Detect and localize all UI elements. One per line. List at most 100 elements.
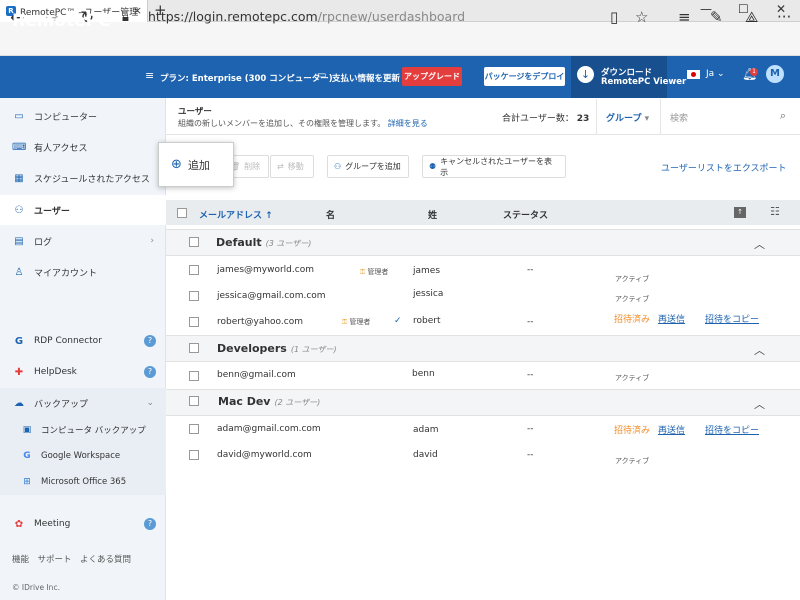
group-name-text: Default [216, 236, 262, 249]
reading-view-icon[interactable]: ▯ [610, 8, 618, 26]
user-email[interactable]: jessica@gmail.com.com [217, 291, 326, 301]
sidebar-item-users[interactable]: ⚇ ユーザー [0, 195, 166, 225]
group-name-text: Developers [217, 342, 287, 355]
help-icon[interactable]: ? [144, 518, 156, 530]
add-group-button[interactable]: ⚇ グループを追加 [327, 155, 409, 178]
select-all-checkbox[interactable] [177, 208, 187, 218]
sidebar-item-computers[interactable]: ▭ コンピューター [0, 101, 166, 131]
sidebar-subitem-computer-backup[interactable]: ▣ コンピュータ バックアップ [0, 417, 166, 443]
deploy-package-button[interactable]: パッケージをデプロイ [484, 67, 565, 86]
help-icon[interactable]: ? [144, 366, 156, 378]
chevron-down-icon: ⌄ [146, 398, 154, 408]
language-selector[interactable]: Ja ⌄ [706, 69, 725, 79]
remotepc-logo[interactable]: RemotePC [12, 11, 111, 31]
avatar[interactable]: M [766, 65, 784, 83]
row-checkbox[interactable] [189, 317, 199, 327]
column-last-name[interactable]: 姓 [428, 208, 437, 221]
url-field[interactable]: https://login.remotepc.com/rpcnew/userda… [148, 9, 465, 24]
search-input[interactable]: 検索 ⌕ [660, 99, 800, 134]
move-button[interactable]: ⇄ 移動 [270, 155, 314, 178]
notes-icon[interactable]: ✎ [710, 8, 723, 26]
add-user-button[interactable]: ⊕ 追加 [158, 142, 234, 187]
copy-invite-link[interactable]: 招待をコピー [705, 312, 759, 325]
page-subtitle-text: 組織の新しいメンバーを追加し、その権限を管理します。 [178, 119, 386, 128]
sidebar-item-helpdesk[interactable]: ✚ HelpDesk? [0, 357, 166, 387]
sidebar-subitem-google-workspace[interactable]: G Google Workspace [0, 443, 166, 469]
show-cancelled-users-button[interactable]: ⚉ キャンセルされたユーザーを表示 [422, 155, 566, 178]
group-select-label: グループ [606, 114, 642, 124]
group-checkbox[interactable] [189, 237, 199, 247]
row-checkbox[interactable] [189, 424, 199, 434]
status-dash: -- [527, 317, 534, 327]
sidebar-subitem-office365[interactable]: ⊞ Microsoft Office 365 [0, 469, 166, 495]
user-email[interactable]: david@myworld.com [217, 450, 312, 460]
user-last-name: adam [413, 425, 439, 435]
copy-invite-link[interactable]: 招待をコピー [705, 423, 759, 436]
calendar-icon: ▦ [14, 172, 24, 184]
status-dash: -- [527, 450, 534, 460]
admin-role-badge: ⚿ 管理者 [342, 317, 370, 327]
update-payment-link[interactable]: 支払い情報を更新 [332, 72, 400, 84]
user-email[interactable]: james@myworld.com [217, 265, 314, 275]
more-icon[interactable]: ··· [777, 8, 791, 26]
sidebar-item-label: コンピューター [34, 112, 98, 123]
meeting-icon: ✿ [14, 518, 24, 530]
collapse-chevron-icon[interactable]: ︿ [754, 342, 765, 358]
group-name-text: Mac Dev [218, 395, 271, 408]
sidebar-item-rdp-connector[interactable]: G RDP Connector? [0, 326, 166, 356]
column-email[interactable]: メールアドレス ↑ [199, 208, 273, 221]
row-checkbox[interactable] [189, 291, 199, 301]
hub-icon[interactable]: ≡ [678, 8, 691, 26]
move-label: 移動 [287, 162, 304, 171]
role-label: 管理者 [349, 318, 371, 326]
language-label: Ja [706, 69, 715, 79]
user-email[interactable]: adam@gmail.com.com [217, 424, 321, 434]
users-icon: ⚇ [14, 204, 24, 216]
favorite-star-icon[interactable]: ☆ [635, 8, 648, 26]
column-first-name[interactable]: 名 [326, 208, 335, 221]
help-icon[interactable]: ? [144, 335, 156, 347]
column-settings-icon[interactable]: ☷ [770, 205, 780, 218]
copyright: © IDrive Inc. [12, 583, 60, 592]
upgrade-button[interactable]: アップグレード [402, 67, 462, 86]
row-checkbox[interactable] [189, 450, 199, 460]
sidebar-item-label: スケジュールされたアクセス [34, 174, 150, 185]
notification-badge: 1 [750, 68, 758, 76]
sidebar-footer-links[interactable]: 機能 サポート よくある質問 [12, 553, 131, 565]
sidebar-item-attended-access[interactable]: ⌨ 有人アクセス [0, 132, 166, 162]
row-checkbox[interactable] [189, 265, 199, 275]
user-email[interactable]: benn@gmail.com [217, 370, 296, 380]
sidebar-item-label: RDP Connector [34, 336, 102, 346]
row-checkbox[interactable] [189, 371, 199, 381]
japan-flag-icon [687, 70, 700, 79]
group-name: Default (3 ユーザー) [216, 236, 311, 249]
menu-icon[interactable]: ≡ [145, 69, 154, 82]
cloud-backup-icon: ☁ [14, 397, 24, 409]
resend-invite-link[interactable]: 再送信 [658, 312, 685, 325]
export-icon[interactable]: ↑ [734, 207, 746, 218]
helpdesk-icon: ✚ [14, 366, 24, 378]
viewer-label: RemotePC Viewer [601, 77, 687, 87]
search-icon[interactable]: ⌕ [780, 109, 786, 123]
account-icon: ♙ [14, 266, 24, 278]
monitor-icon: ▭ [14, 110, 24, 122]
user-email[interactable]: robert@yahoo.com [217, 317, 303, 327]
share-icon[interactable]: ⟁ [745, 8, 758, 26]
collapse-chevron-icon[interactable]: ︿ [754, 396, 765, 412]
sidebar-item-backup[interactable]: ☁ バックアップ ⌄ [0, 388, 166, 418]
sidebar-item-logs[interactable]: ▤ ログ › [0, 226, 166, 256]
collapse-chevron-icon[interactable]: ︿ [754, 236, 765, 252]
resend-invite-link[interactable]: 再送信 [658, 423, 685, 436]
group-checkbox[interactable] [189, 343, 199, 353]
close-tab-icon[interactable]: × [133, 4, 142, 17]
sidebar-item-scheduled-access[interactable]: ▦ スケジュールされたアクセス [0, 163, 166, 193]
details-link[interactable]: 詳細を見る [388, 119, 428, 128]
export-user-list-link[interactable]: ユーザーリストをエクスポート [661, 161, 787, 174]
column-status[interactable]: ステータス [503, 208, 548, 221]
group-select[interactable]: グループ ▾ [596, 99, 658, 134]
user-last-name: benn [412, 369, 435, 379]
sidebar-item-meeting[interactable]: ✿ Meeting? [0, 509, 166, 539]
sidebar-item-my-account[interactable]: ♙ マイアカウント [0, 257, 166, 287]
group-checkbox[interactable] [189, 396, 199, 406]
show-cancelled-label: キャンセルされたユーザーを表示 [440, 156, 553, 177]
